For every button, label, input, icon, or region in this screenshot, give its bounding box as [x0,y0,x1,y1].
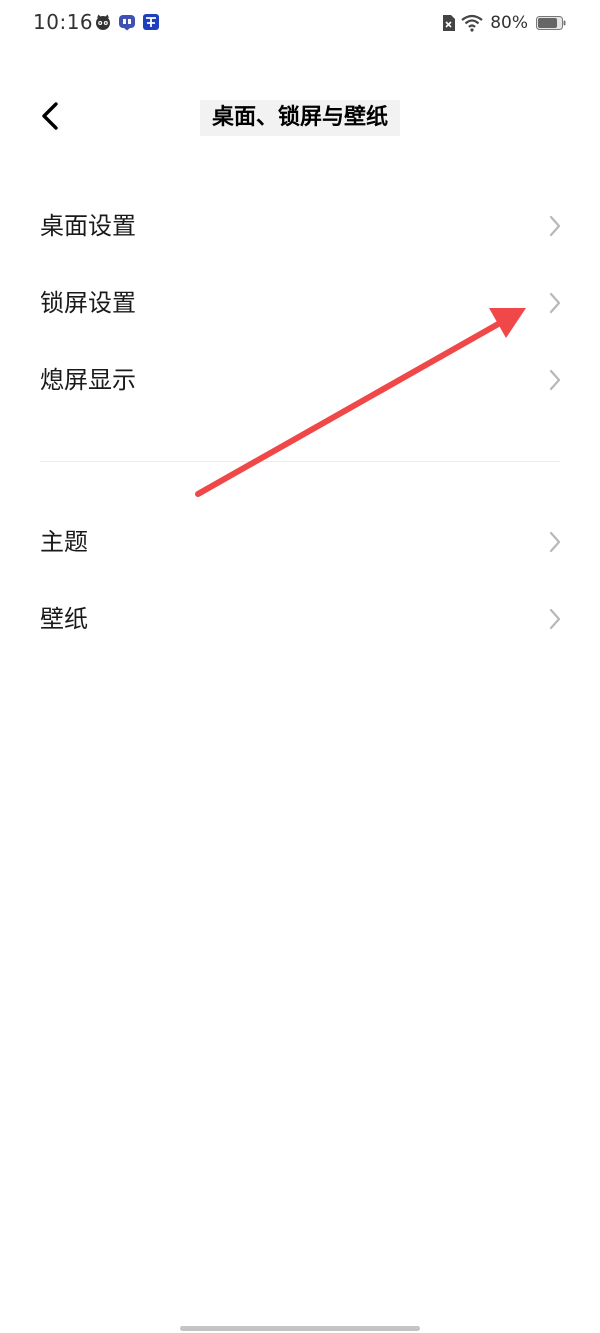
section-divider [40,461,560,462]
status-time: 10:16 [33,10,94,34]
list-item-theme[interactable]: 主题 [0,504,600,581]
wifi-icon [461,14,483,32]
notification-icons [94,13,160,31]
page-title: 桌面、锁屏与壁纸 [200,100,400,136]
status-bar: 10:16 80% [0,0,600,48]
chevron-right-icon [548,291,562,315]
chevron-left-icon [42,102,58,130]
battery-icon [536,16,566,30]
list-item-wallpaper[interactable]: 壁纸 [0,581,600,658]
chevron-right-icon [548,530,562,554]
app-blue-icon [143,14,159,30]
chevron-right-icon [548,214,562,238]
cat-app-icon [96,14,110,30]
list-item-label: 壁纸 [40,605,88,633]
header: 桌面、锁屏与壁纸 [0,90,600,146]
list-item-label: 桌面设置 [40,212,136,240]
tieba-icon [119,15,135,31]
battery-percentage: 80% [490,13,528,33]
back-button[interactable] [30,96,70,136]
no-sim-icon [443,15,456,31]
list-item-label: 主题 [40,528,88,556]
list-item-lockscreen-settings[interactable]: 锁屏设置 [0,265,600,342]
settings-group-display: 桌面设置 锁屏设置 熄屏显示 [0,188,600,419]
chevron-right-icon [548,607,562,631]
status-right: 80% [441,13,566,33]
home-indicator[interactable] [180,1326,420,1331]
list-item-always-on-display[interactable]: 熄屏显示 [0,342,600,419]
list-item-label: 熄屏显示 [40,366,136,394]
settings-group-personalize: 主题 壁纸 [0,504,600,658]
chevron-right-icon [548,368,562,392]
list-item-label: 锁屏设置 [40,289,136,317]
settings-list: 桌面设置 锁屏设置 熄屏显示 主题 壁纸 [0,188,600,658]
list-item-desktop-settings[interactable]: 桌面设置 [0,188,600,265]
